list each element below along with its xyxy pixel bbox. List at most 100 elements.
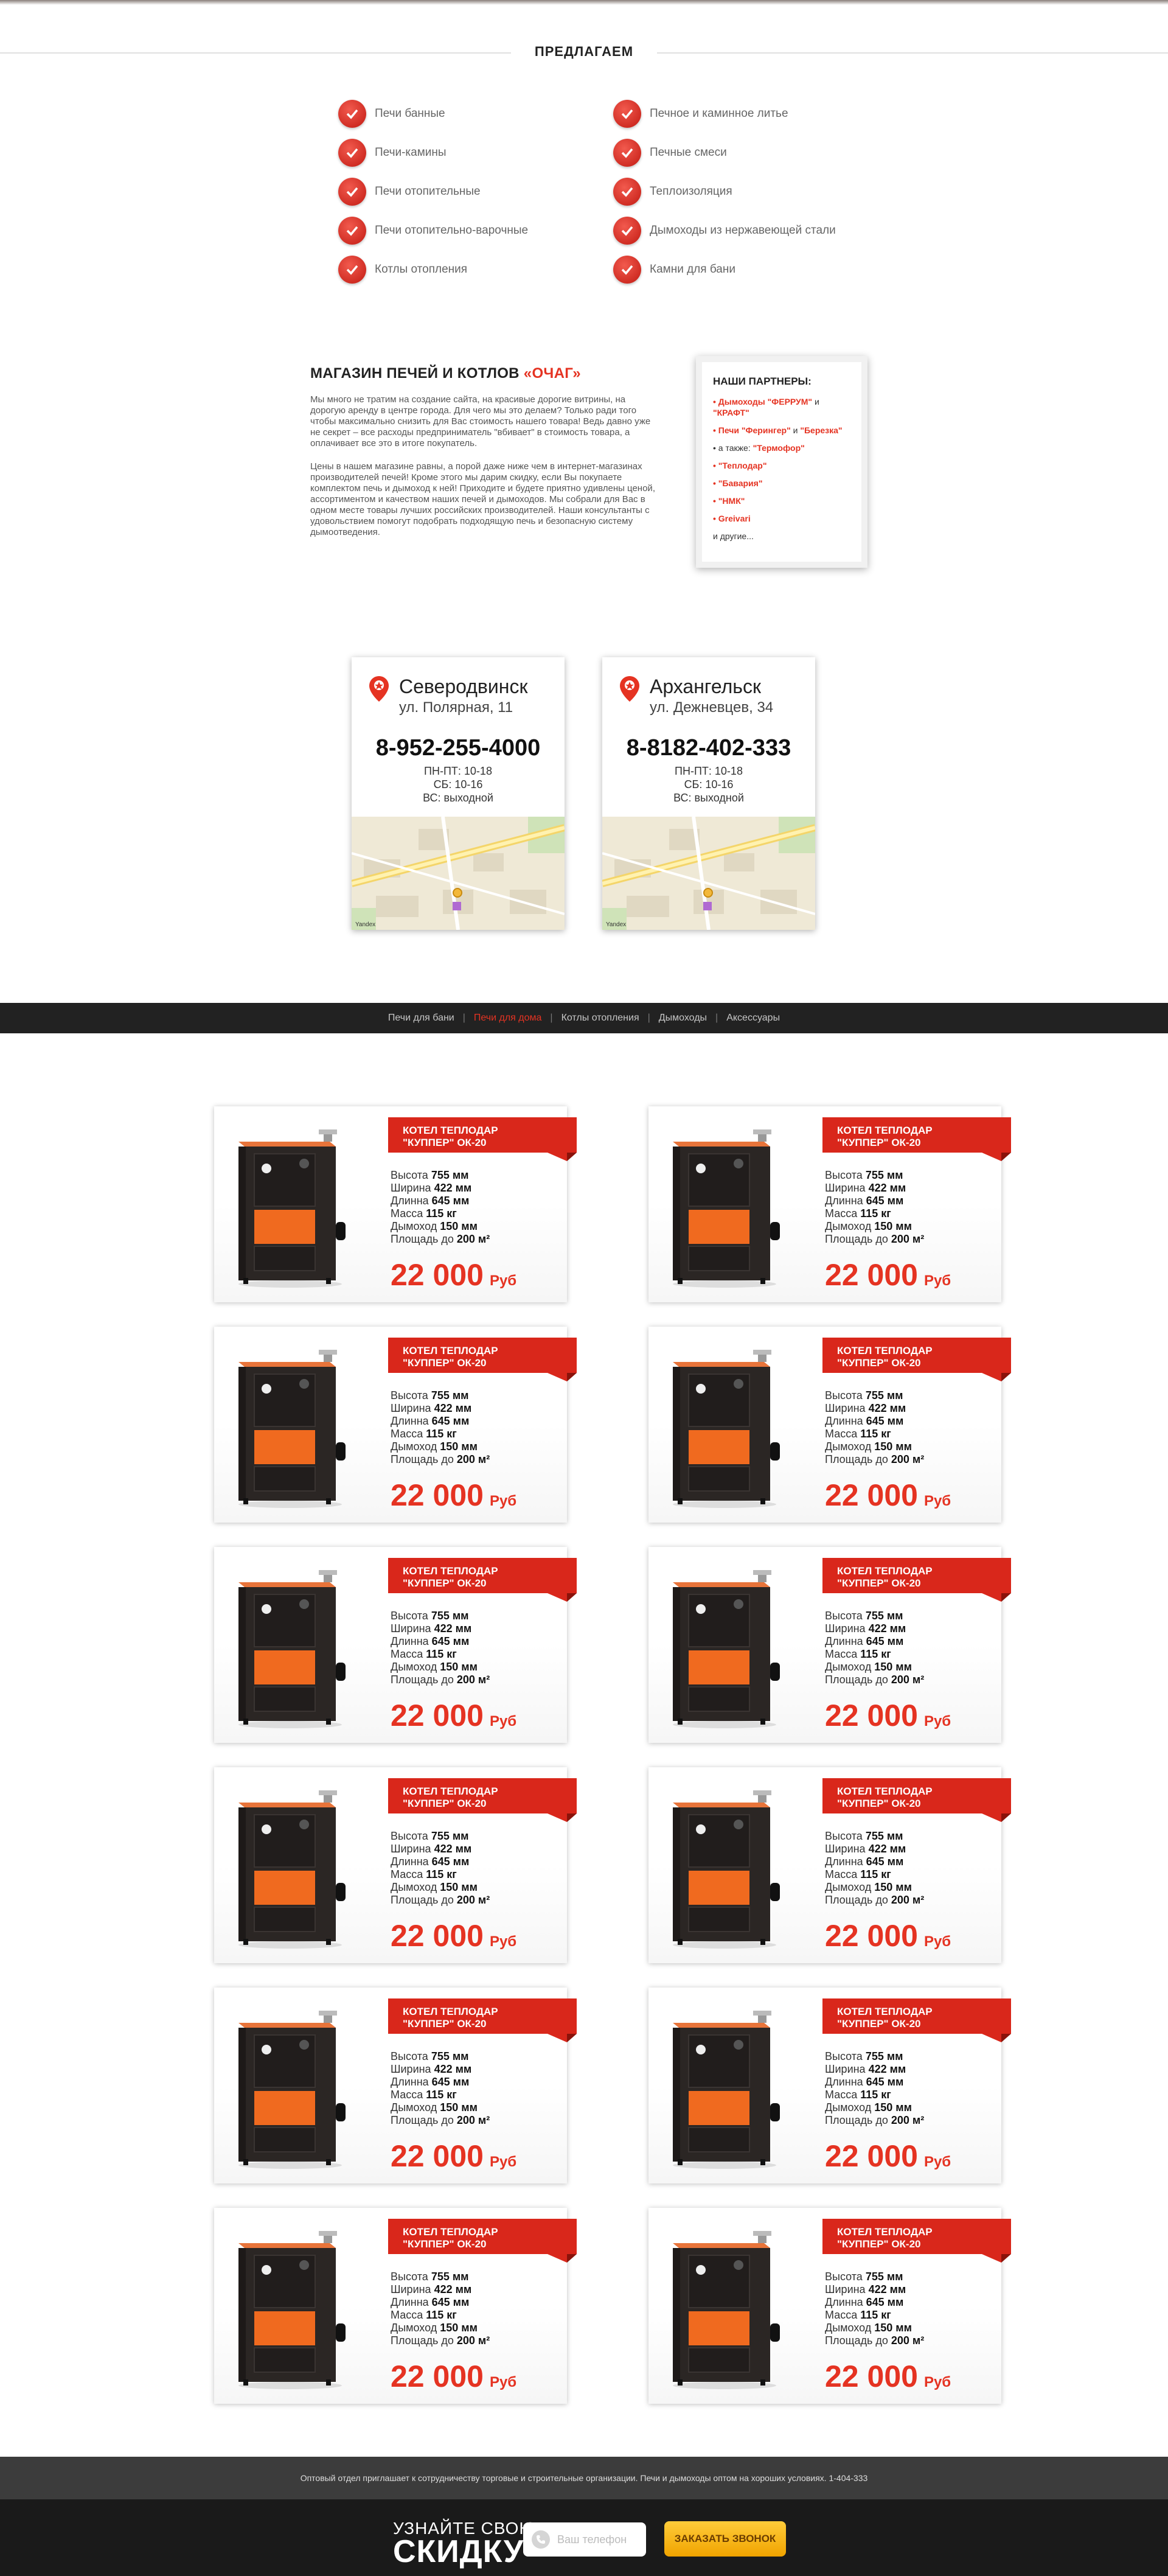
store-map[interactable]: Yandex — [602, 817, 815, 930]
map-pin-icon — [620, 676, 639, 702]
offers-list-left: Печи банные Печи-камины Печи отопительны… — [338, 94, 557, 289]
spec-value: 422 мм — [434, 1622, 472, 1635]
store-map[interactable]: Yandex — [352, 817, 565, 930]
nav-item-chimneys[interactable]: Дымоходы — [659, 1013, 707, 1023]
product-card[interactable]: КОТЕЛ ТЕПЛОДАР "КУППЕР" ОК-20 Высота 755… — [648, 2208, 1011, 2404]
offer-item[interactable]: Печи отопительные — [338, 172, 557, 211]
offer-item[interactable]: Котлы отопления — [338, 250, 557, 289]
spec-label: Площадь до — [391, 1233, 457, 1245]
product-title: КОТЕЛ ТЕПЛОДАР "КУППЕР" ОК-20 — [837, 1125, 1001, 1149]
product-card[interactable]: КОТЕЛ ТЕПЛОДАР "КУППЕР" ОК-20 Высота 755… — [648, 1327, 1011, 1523]
spec-value: 645 мм — [866, 1195, 904, 1207]
spec-flue: Дымоход 150 мм — [825, 1881, 924, 1894]
boiler-image — [673, 2231, 780, 2389]
spec-flue: Дымоход 150 мм — [391, 2101, 490, 2114]
spec-mass: Масса 115 кг — [391, 1428, 490, 1440]
offer-label: Печное и каминное литье — [650, 107, 788, 120]
product-title-line: "КУППЕР" ОК-20 — [837, 1357, 921, 1369]
spec-value: 755 мм — [431, 2271, 469, 2283]
offer-item[interactable]: Печные смеси — [613, 133, 869, 172]
spec-mass: Масса 115 кг — [825, 1868, 924, 1881]
order-call-button[interactable]: ЗАКАЗАТЬ ЗВОНОК — [664, 2521, 786, 2557]
product-card[interactable]: КОТЕЛ ТЕПЛОДАР "КУППЕР" ОК-20 Высота 755… — [648, 1106, 1011, 1302]
product-card[interactable]: КОТЕЛ ТЕПЛОДАР "КУППЕР" ОК-20 Высота 755… — [214, 1547, 577, 1743]
spec-label: Длинна — [391, 2296, 432, 2308]
nav-item-accessories[interactable]: Аксессуары — [726, 1013, 780, 1023]
offer-label: Дымоходы из нержавеющей стали — [650, 224, 836, 237]
spec-value: 422 мм — [434, 1182, 472, 1194]
product-card[interactable]: КОТЕЛ ТЕПЛОДАР "КУППЕР" ОК-20 Высота 755… — [648, 1547, 1011, 1743]
spec-value: 755 мм — [431, 1830, 469, 1842]
product-title-line: "КУППЕР" ОК-20 — [837, 1137, 921, 1148]
store-phone[interactable]: 8-952-255-4000 — [352, 735, 565, 761]
spec-height: Высота 755 мм — [391, 1610, 490, 1622]
product-specs: Высота 755 мм Ширина 422 мм Длинна 645 м… — [825, 2271, 924, 2347]
nav-item-home-stoves[interactable]: Печи для дома — [474, 1013, 542, 1023]
partners-more: и другие... — [713, 531, 754, 541]
product-card[interactable]: КОТЕЛ ТЕПЛОДАР "КУППЕР" ОК-20 Высота 755… — [214, 2208, 577, 2404]
price-value: 22 000 — [391, 2359, 484, 2393]
spec-label: Длинна — [825, 1635, 866, 1647]
phone-input[interactable] — [557, 2533, 630, 2546]
product-title-line: "КУППЕР" ОК-20 — [403, 1798, 487, 1809]
store-phone[interactable]: 8-8182-402-333 — [602, 735, 815, 761]
price-currency: Руб — [923, 1493, 951, 1509]
offer-item[interactable]: Камни для бани — [613, 250, 869, 289]
offer-item[interactable]: Теплоизоляция — [613, 172, 869, 211]
spec-value: 115 кг — [426, 2089, 457, 2101]
spec-value: 422 мм — [868, 1182, 906, 1194]
product-title-line: "КУППЕР" ОК-20 — [403, 1577, 487, 1589]
spec-label: Масса — [825, 1428, 861, 1440]
spec-flue: Дымоход 150 мм — [825, 1440, 924, 1453]
product-card[interactable]: КОТЕЛ ТЕПЛОДАР "КУППЕР" ОК-20 Высота 755… — [214, 1988, 577, 2183]
spec-label: Площадь до — [825, 2334, 891, 2347]
spec-value: 200 м² — [456, 1453, 490, 1465]
offer-item[interactable]: Дымоходы из нержавеющей стали — [613, 211, 869, 250]
hours-weekdays: ПН-ПТ: 10-18 — [675, 765, 743, 777]
spec-value: 150 мм — [440, 1220, 478, 1232]
product-card[interactable]: КОТЕЛ ТЕПЛОДАР "КУППЕР" ОК-20 Высота 755… — [214, 1767, 577, 1963]
product-title-line: КОТЕЛ ТЕПЛОДАР — [403, 2226, 498, 2238]
partner-item: и другие... — [713, 531, 850, 542]
spec-width: Ширина 422 мм — [391, 1182, 490, 1195]
offer-item[interactable]: Печное и каминное литье — [613, 94, 869, 133]
spec-label: Длинна — [825, 1195, 866, 1207]
offer-item[interactable]: Печи-камины — [338, 133, 557, 172]
spec-value: 422 мм — [868, 1843, 906, 1855]
about-title-main: МАГАЗИН ПЕЧЕЙ И КОТЛОВ — [310, 365, 524, 382]
product-title-line: КОТЕЛ ТЕПЛОДАР — [837, 2006, 933, 2017]
hours-weekdays: ПН-ПТ: 10-18 — [424, 765, 492, 777]
partner-name: "Теплодар" — [718, 461, 767, 470]
partner-name: "КРАФТ" — [713, 408, 749, 417]
offer-item[interactable]: Печи отопительно-варочные — [338, 211, 557, 250]
offer-label: Печные смеси — [650, 146, 727, 159]
spec-label: Площадь до — [391, 1674, 457, 1686]
partner-item: • "Теплодар" — [713, 461, 767, 470]
spec-value: 755 мм — [865, 2271, 903, 2283]
price-value: 22 000 — [391, 2139, 484, 2173]
spec-label: Дымоход — [825, 2101, 875, 2114]
price-currency: Руб — [489, 1713, 517, 1730]
spec-value: 645 мм — [431, 1415, 470, 1427]
nav-item-boilers[interactable]: Котлы отопления — [561, 1013, 639, 1023]
spec-value: 200 м² — [891, 1233, 925, 1245]
product-card[interactable]: КОТЕЛ ТЕПЛОДАР "КУППЕР" ОК-20 Высота 755… — [214, 1106, 577, 1302]
product-card[interactable]: КОТЕЛ ТЕПЛОДАР "КУППЕР" ОК-20 Высота 755… — [214, 1327, 577, 1523]
spec-flue: Дымоход 150 мм — [391, 1661, 490, 1674]
phone-field[interactable] — [523, 2522, 646, 2557]
nav-item-bath-stoves[interactable]: Печи для бани — [388, 1013, 454, 1023]
product-price: 22 000 Руб — [825, 1257, 951, 1293]
spec-value: 150 мм — [440, 2322, 478, 2334]
spec-value: 755 мм — [865, 2050, 903, 2062]
spec-label: Масса — [391, 1648, 426, 1660]
product-title-line: КОТЕЛ ТЕПЛОДАР — [403, 1565, 498, 1577]
boiler-image — [673, 1350, 780, 1508]
product-card[interactable]: КОТЕЛ ТЕПЛОДАР "КУППЕР" ОК-20 Высота 755… — [648, 1767, 1011, 1963]
boiler-image — [238, 1570, 346, 1728]
offer-item[interactable]: Печи банные — [338, 94, 557, 133]
partner-conj: и — [812, 397, 819, 407]
spec-area: Площадь до 200 м² — [825, 1674, 924, 1686]
hours-saturday: СБ: 10-16 — [684, 778, 734, 791]
product-card[interactable]: КОТЕЛ ТЕПЛОДАР "КУППЕР" ОК-20 Высота 755… — [648, 1988, 1011, 2183]
spec-value: 645 мм — [866, 2296, 904, 2308]
